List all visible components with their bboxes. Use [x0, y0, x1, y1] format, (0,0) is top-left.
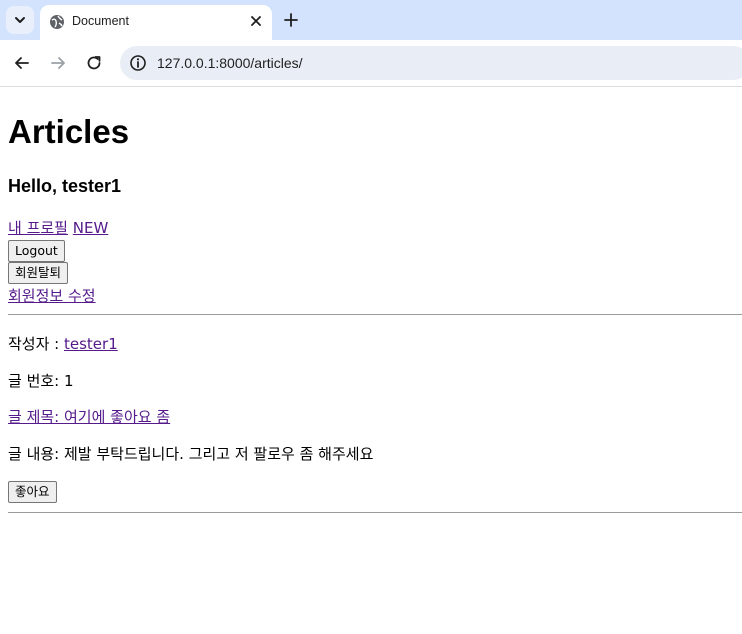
- article-title-link[interactable]: 글 제목: 여기에 좋아요 좀: [8, 408, 170, 426]
- author-label: 작성자 :: [8, 335, 64, 353]
- chevron-down-icon: [15, 17, 25, 23]
- like-button[interactable]: 좋아요: [8, 481, 57, 503]
- divider: [8, 314, 742, 315]
- article-content: 글 내용: 제발 부탁드립니다. 그리고 저 팔로우 좀 해주세요: [8, 445, 374, 463]
- profile-link[interactable]: 내 프로필: [8, 219, 68, 237]
- site-info-icon[interactable]: [129, 54, 147, 72]
- close-icon[interactable]: [248, 13, 264, 29]
- page-title: Articles: [8, 113, 130, 150]
- browser-toolbar: 127.0.0.1:8000/articles/: [0, 40, 742, 87]
- new-article-link[interactable]: NEW: [73, 219, 109, 237]
- reload-icon[interactable]: [84, 53, 104, 73]
- delete-account-button[interactable]: 회원탈퇴: [8, 262, 69, 284]
- divider: [8, 512, 742, 513]
- address-bar[interactable]: 127.0.0.1:8000/articles/: [120, 46, 742, 80]
- globe-icon: [50, 15, 64, 29]
- back-arrow-icon[interactable]: [12, 53, 32, 73]
- logout-button[interactable]: Logout: [8, 240, 65, 262]
- article-number: 글 번호: 1: [8, 372, 74, 390]
- greeting-heading: Hello, tester1: [8, 176, 122, 196]
- nav-links: 내 프로필 NEW: [8, 219, 108, 237]
- forward-arrow-icon[interactable]: [48, 53, 68, 73]
- browser-tab[interactable]: Document: [40, 5, 272, 40]
- author-link[interactable]: tester1: [64, 335, 118, 353]
- tab-strip: Document: [0, 0, 742, 40]
- edit-account-link[interactable]: 회원정보 수정: [8, 287, 96, 305]
- tab-title: Document: [72, 14, 129, 28]
- new-tab-icon[interactable]: [282, 11, 300, 29]
- tab-search-button[interactable]: [6, 6, 34, 34]
- article-author: 작성자 : tester1: [8, 335, 118, 353]
- url-text: 127.0.0.1:8000/articles/: [157, 55, 303, 71]
